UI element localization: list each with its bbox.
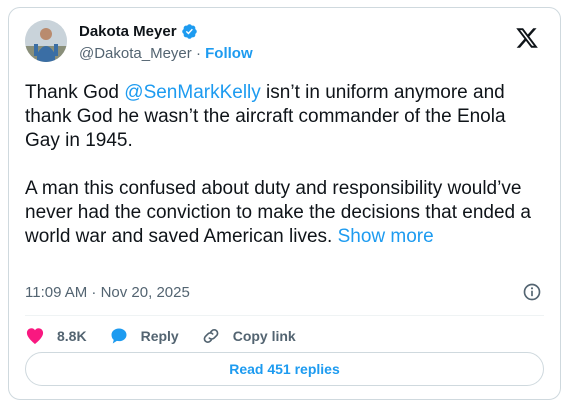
like-button[interactable]: 8.8K: [25, 326, 87, 346]
reply-button[interactable]: Reply: [109, 326, 179, 346]
like-count: 8.8K: [57, 328, 87, 344]
tweet-text: Thank God @SenMarkKelly isn’t in uniform…: [25, 81, 543, 249]
reply-label: Reply: [140, 328, 179, 344]
action-bar: 8.8K Reply Copy link: [25, 323, 318, 349]
tweet-text-body: isn’t in uniform anymore and thank God h…: [25, 82, 531, 247]
info-icon[interactable]: [522, 282, 542, 302]
handle-separator: ·: [195, 45, 201, 62]
divider: [25, 315, 544, 316]
reply-bubble-icon: [111, 328, 127, 344]
author-handle[interactable]: @Dakota_Meyer: [79, 45, 192, 62]
tweet-timestamp[interactable]: 11:09 AM · Nov 20, 2025: [25, 284, 190, 301]
author-handle-row: @Dakota_Meyer · Follow: [79, 45, 253, 62]
link-icon: [203, 329, 219, 343]
author-name-row: Dakota Meyer: [79, 23, 198, 40]
mention-link[interactable]: @SenMarkKelly: [124, 82, 261, 103]
read-replies-button[interactable]: Read 451 replies: [25, 352, 544, 386]
tweet-text-start: Thank God: [25, 82, 125, 103]
heart-icon: [26, 328, 44, 344]
avatar[interactable]: [25, 20, 67, 62]
show-more-link[interactable]: Show more: [338, 226, 434, 247]
avatar-photo: [25, 20, 67, 62]
tweet-card: Dakota Meyer @Dakota_Meyer · Follow Than…: [8, 7, 561, 400]
follow-button[interactable]: Follow: [205, 45, 253, 62]
author-name[interactable]: Dakota Meyer: [79, 23, 177, 40]
x-logo-icon[interactable]: [514, 26, 540, 50]
copy-link-label: Copy link: [232, 328, 296, 344]
verified-badge-icon: [181, 24, 197, 39]
copy-link-button[interactable]: Copy link: [201, 326, 296, 346]
